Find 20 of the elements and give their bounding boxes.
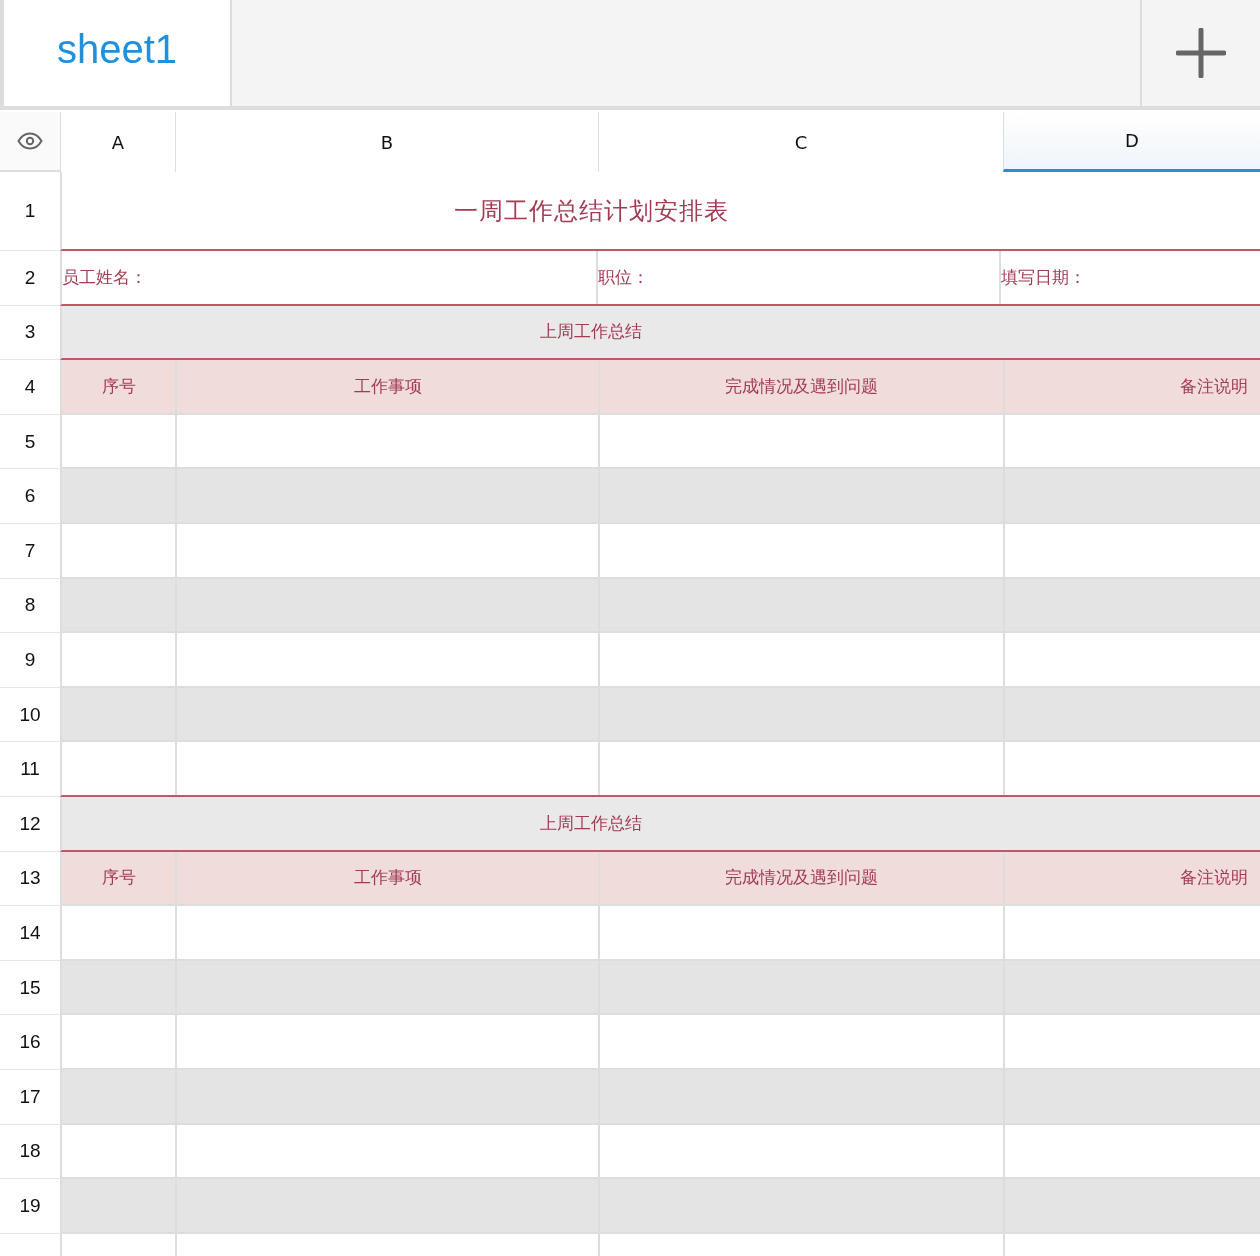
column-heading: 备注说明 (1179, 866, 1249, 890)
column-heading: 序号 (62, 851, 177, 905)
plus-icon[interactable] (1176, 28, 1226, 78)
column-header[interactable]: A (60, 112, 175, 172)
column-heading: 序号 (62, 360, 177, 413)
column-heading: 完成情况及遇到问题 (600, 360, 1005, 413)
field-label: 职位： (598, 265, 649, 289)
field-label: 员工姓名： (62, 265, 147, 289)
sheet-title: 一周工作总结计划安排表 (453, 195, 729, 227)
section-title: 上周工作总结 (540, 811, 642, 835)
column-header[interactable]: C (598, 112, 1003, 172)
section-title: 上周工作总结 (540, 320, 642, 344)
column-header[interactable]: D (1003, 112, 1260, 172)
eye-icon[interactable] (17, 132, 43, 150)
column-heading: 完成情况及遇到问题 (600, 851, 1005, 905)
field-label: 填写日期： (1001, 265, 1086, 289)
column-heading: 备注说明 (1179, 375, 1249, 398)
column-header[interactable]: B (175, 112, 598, 172)
column-heading: 工作事项 (177, 851, 600, 905)
column-heading: 工作事项 (177, 360, 600, 413)
